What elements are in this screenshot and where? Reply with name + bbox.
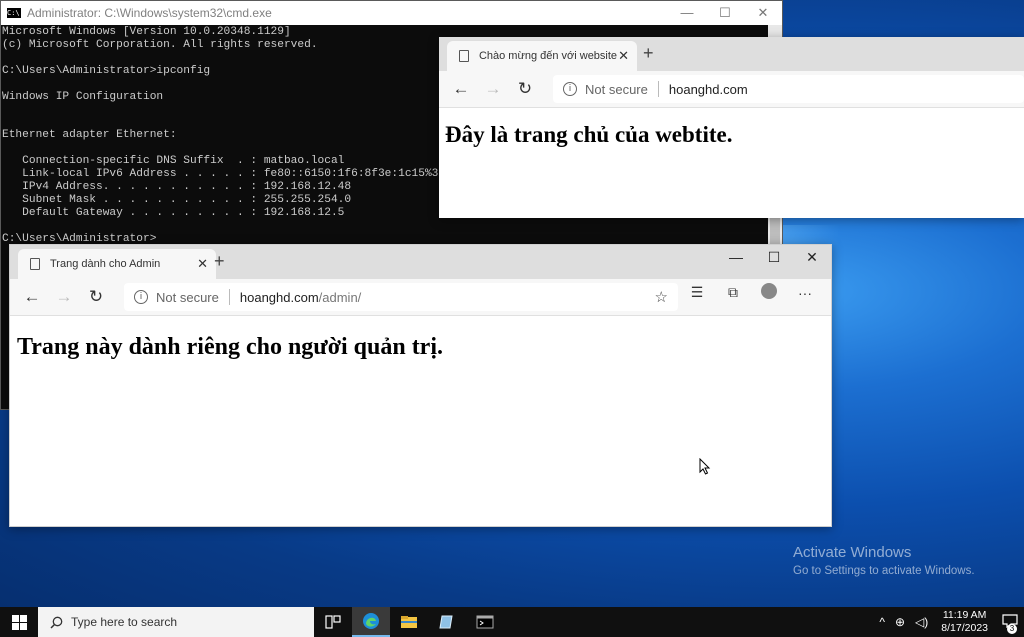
refresh-button[interactable]: ↻ bbox=[509, 79, 541, 99]
wallpaper-light-beam bbox=[780, 225, 840, 245]
close-button[interactable]: ✕ bbox=[744, 5, 782, 21]
close-window-button[interactable]: ✕ bbox=[793, 245, 831, 273]
cmd-titlebar[interactable]: C:\ Administrator: C:\Windows\system32\c… bbox=[1, 1, 782, 25]
clock-time: 11:19 AM bbox=[942, 609, 987, 621]
tab-strip: Chào mừng đến với website của ✕ + bbox=[439, 37, 1024, 71]
url-divider bbox=[657, 81, 659, 97]
favorites-list-icon[interactable]: ☰ bbox=[679, 284, 715, 301]
maximize-button[interactable]: ☐ bbox=[706, 5, 744, 21]
task-view-icon[interactable] bbox=[314, 607, 352, 637]
address-bar[interactable]: i Not secure hoanghd.com /admin/ ☆ bbox=[124, 283, 678, 311]
activation-subtitle: Go to Settings to activate Windows. bbox=[793, 565, 975, 577]
not-secure-label: Not secure bbox=[585, 81, 648, 97]
page-icon bbox=[459, 50, 469, 62]
page-heading: Trang này dành riêng cho người quản trị. bbox=[17, 334, 443, 360]
url-divider bbox=[228, 289, 230, 305]
maximize-button[interactable]: ☐ bbox=[755, 245, 793, 273]
tab-title: Chào mừng đến với website của bbox=[478, 50, 618, 62]
forward-button[interactable]: → bbox=[477, 79, 509, 99]
address-toolbar: ← → ↻ i Not secure hoanghd.com /admin/ ☆… bbox=[10, 279, 831, 316]
cmd-title-text: Administrator: C:\Windows\system32\cmd.e… bbox=[27, 6, 272, 20]
tab-strip: Trang dành cho Admin ✕ + — ☐ ✕ bbox=[10, 245, 831, 279]
tab-title: Trang dành cho Admin bbox=[50, 258, 161, 270]
page-icon bbox=[30, 258, 40, 270]
info-icon[interactable]: i bbox=[563, 82, 577, 96]
activation-watermark: Activate Windows Go to Settings to activ… bbox=[793, 544, 975, 577]
activation-title: Activate Windows bbox=[793, 544, 912, 561]
volume-icon[interactable]: ◁) bbox=[915, 615, 928, 629]
notifications-icon[interactable]: 3 bbox=[996, 613, 1024, 634]
back-button[interactable]: ← bbox=[445, 79, 477, 99]
server-manager-icon[interactable] bbox=[428, 607, 466, 637]
page-heading: Đây là trang chủ của webtite. bbox=[445, 122, 733, 147]
favorite-star-icon[interactable]: ☆ bbox=[655, 288, 668, 306]
refresh-button[interactable]: ↻ bbox=[80, 287, 112, 307]
close-tab-icon[interactable]: ✕ bbox=[618, 48, 629, 64]
profile-avatar[interactable] bbox=[751, 283, 787, 302]
page-content: Đây là trang chủ của webtite. bbox=[439, 108, 1024, 148]
taskbar-search-box[interactable]: Type here to search bbox=[38, 607, 314, 637]
network-icon[interactable]: ⊕ bbox=[895, 615, 905, 629]
info-icon[interactable]: i bbox=[134, 290, 148, 304]
browser-window-admin[interactable]: Trang dành cho Admin ✕ + — ☐ ✕ ← → ↻ i N… bbox=[9, 244, 832, 527]
notification-count-badge: 3 bbox=[1007, 623, 1017, 634]
page-content: Trang này dành riêng cho người quản trị. bbox=[10, 316, 831, 361]
url-host: hoanghd.com bbox=[239, 289, 319, 305]
back-button[interactable]: ← bbox=[16, 287, 48, 307]
clock[interactable]: 11:19 AM 8/17/2023 bbox=[941, 609, 988, 635]
file-explorer-icon[interactable] bbox=[390, 607, 428, 637]
edge-browser-icon[interactable] bbox=[352, 607, 390, 637]
more-menu-icon[interactable]: ··· bbox=[787, 285, 823, 301]
system-tray: ^ ⊕ ◁) 11:19 AM 8/17/2023 3 bbox=[874, 609, 1024, 635]
not-secure-label: Not secure bbox=[156, 289, 219, 305]
tray-chevron-icon[interactable]: ^ bbox=[879, 615, 885, 629]
search-placeholder: Type here to search bbox=[71, 615, 178, 629]
address-toolbar: ← → ↻ i Not secure hoanghd.com bbox=[439, 71, 1024, 108]
new-tab-button[interactable]: + bbox=[643, 43, 654, 64]
url-path: /admin/ bbox=[318, 289, 362, 305]
mouse-cursor-icon bbox=[699, 458, 711, 475]
command-prompt-icon[interactable] bbox=[466, 607, 504, 637]
url-host: hoanghd.com bbox=[668, 81, 748, 97]
cmd-app-icon: C:\ bbox=[7, 8, 21, 18]
windows-logo-icon bbox=[11, 614, 27, 630]
taskbar: Type here to search ^ ⊕ ◁) 11:19 AM 8/17… bbox=[0, 607, 1024, 637]
browser-window-home[interactable]: Chào mừng đến với website của ✕ + ← → ↻ … bbox=[439, 37, 1024, 218]
address-bar[interactable]: i Not secure hoanghd.com bbox=[553, 75, 1024, 103]
tab-admin[interactable]: Trang dành cho Admin ✕ bbox=[18, 249, 216, 279]
minimize-button[interactable]: — bbox=[717, 245, 755, 273]
new-tab-button[interactable]: + bbox=[214, 251, 225, 272]
tab-home[interactable]: Chào mừng đến với website của ✕ bbox=[447, 41, 637, 71]
minimize-button[interactable]: — bbox=[668, 5, 706, 21]
close-tab-icon[interactable]: ✕ bbox=[197, 256, 208, 272]
start-button[interactable] bbox=[0, 607, 38, 637]
forward-button[interactable]: → bbox=[48, 287, 80, 307]
search-icon bbox=[50, 616, 63, 629]
clock-date: 8/17/2023 bbox=[941, 622, 988, 634]
collections-icon[interactable]: ⧉ bbox=[715, 284, 751, 301]
